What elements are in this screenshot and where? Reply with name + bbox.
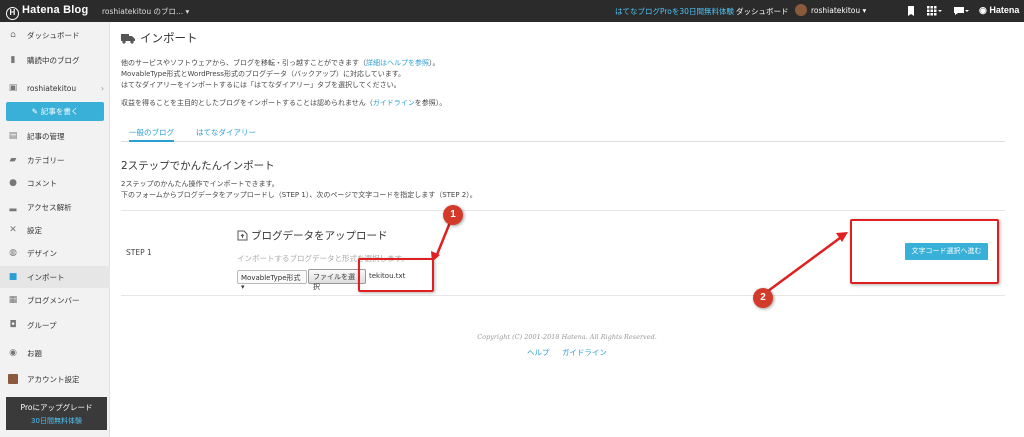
blog-switcher[interactable]: roshiatekitou のブロ... ▾ bbox=[102, 6, 189, 17]
pro-trial-link[interactable]: はてなブログProを30日間無料体験 bbox=[615, 6, 734, 17]
step-label: STEP 1 bbox=[126, 248, 152, 257]
palette-icon: ◍ bbox=[9, 248, 17, 258]
topic-icon: ◉ bbox=[9, 348, 17, 358]
help-link[interactable]: 詳細はヘルプを参照 bbox=[366, 59, 429, 67]
sidebar-item-groups[interactable]: ◘ グループ bbox=[0, 314, 110, 336]
truck-icon: ■ bbox=[8, 272, 18, 282]
tab-hatena-diary[interactable]: はてなダイアリー bbox=[196, 126, 256, 142]
bookmark-icon[interactable] bbox=[905, 5, 917, 17]
avatar-icon bbox=[8, 374, 18, 384]
page-title: インポート bbox=[121, 30, 198, 46]
blog-icon: ▣ bbox=[8, 83, 18, 93]
folder-icon: ▰ bbox=[9, 155, 17, 165]
top-bar: H Hatena Blog roshiatekitou のブロ... ▾ はてなブ… bbox=[0, 0, 1024, 22]
footer-guideline-link[interactable]: ガイドライン bbox=[562, 348, 607, 357]
chevron-right-icon: › bbox=[101, 83, 104, 93]
import-tabs: 一般のブログ はてなダイアリー bbox=[121, 126, 1005, 142]
comment-icon: ● bbox=[9, 178, 17, 188]
upload-title: ブログデータをアップロード bbox=[237, 228, 388, 243]
sidebar-item-blog[interactable]: ▣ roshiatekitou › bbox=[0, 77, 110, 99]
sidebar-item-design[interactable]: ◍ デザイン bbox=[0, 242, 110, 264]
bar-chart-icon: ▂ bbox=[9, 202, 17, 212]
sidebar-item-analytics[interactable]: ▂ アクセス解析 bbox=[0, 196, 110, 218]
write-article-button[interactable]: ✎ 記事を書く bbox=[6, 102, 104, 121]
home-icon: ⌂ bbox=[10, 30, 16, 40]
avatar bbox=[795, 4, 807, 16]
step-badge-2: 2 bbox=[753, 288, 773, 308]
document-icon: ▤ bbox=[8, 131, 18, 141]
truck-icon bbox=[121, 33, 135, 44]
hatena-blog-logo[interactable]: H Hatena Blog bbox=[6, 4, 88, 20]
highlight-box-file bbox=[358, 258, 434, 292]
wrench-icon: ✕ bbox=[9, 225, 17, 235]
footer-links: ヘルプ ガイドライン bbox=[110, 347, 1024, 358]
sidebar-item-comments[interactable]: ● コメント bbox=[0, 172, 110, 194]
section-description: 2ステップのかんたん操作でインポートできます。 下のフォームからブログデータをア… bbox=[121, 180, 477, 199]
group-icon: ◘ bbox=[9, 320, 17, 330]
sidebar-item-topics[interactable]: ◉ お題 bbox=[0, 342, 110, 364]
user-menu[interactable]: roshiatekitou ▾ bbox=[795, 4, 866, 16]
sidebar-item-members[interactable]: ▦ ブログメンバー bbox=[0, 289, 110, 311]
step-badge-1: 1 bbox=[443, 205, 463, 225]
hatena-brand[interactable]: ◉ Hatena bbox=[979, 5, 1019, 16]
file-upload-icon bbox=[237, 230, 248, 241]
tab-general-blog[interactable]: 一般のブログ bbox=[129, 126, 174, 142]
apps-grid-icon[interactable] bbox=[926, 5, 942, 17]
hatena-logo-icon: H bbox=[6, 7, 19, 20]
copyright: Copyright (C) 2001-2018 Hatena. All Righ… bbox=[477, 333, 657, 341]
section-title: 2ステップでかんたんインポート bbox=[121, 160, 275, 172]
members-icon: ▦ bbox=[8, 295, 18, 305]
sidebar-item-categories[interactable]: ▰ カテゴリー bbox=[0, 149, 110, 171]
edit-icon: ✎ bbox=[31, 107, 38, 116]
footer-help-link[interactable]: ヘルプ bbox=[527, 348, 550, 357]
pro-upgrade-button[interactable]: Proにアップグレード 30日間無料体験 bbox=[6, 397, 107, 430]
import-description: 他のサービスやソフトウェアから、ブログを移転・引っ越すことができます（詳細はヘル… bbox=[121, 59, 447, 107]
bookmark-icon: ▮ bbox=[10, 55, 16, 65]
dashboard-link[interactable]: ダッシュボード bbox=[736, 6, 789, 17]
highlight-box-next bbox=[850, 219, 999, 284]
notification-icon[interactable] bbox=[953, 5, 969, 17]
sidebar-item-account[interactable]: アカウント設定 bbox=[0, 368, 110, 390]
sidebar-item-import[interactable]: ■ インポート bbox=[0, 266, 110, 288]
guideline-link[interactable]: ガイドライン bbox=[373, 99, 415, 107]
sidebar: ⌂ ダッシュボード ▮ 購読中のブログ ▣ roshiatekitou › ✎ 記事を書く… bbox=[0, 22, 110, 437]
sidebar-item-subscriptions[interactable]: ▮ 購読中のブログ bbox=[0, 49, 110, 71]
sidebar-item-settings[interactable]: ✕ 設定 bbox=[0, 219, 110, 241]
sidebar-item-articles[interactable]: ▤ 記事の管理 bbox=[0, 125, 110, 147]
sidebar-item-dashboard[interactable]: ⌂ ダッシュボード bbox=[0, 24, 110, 46]
format-select[interactable]: MovableType形式 ▾ bbox=[237, 270, 307, 291]
